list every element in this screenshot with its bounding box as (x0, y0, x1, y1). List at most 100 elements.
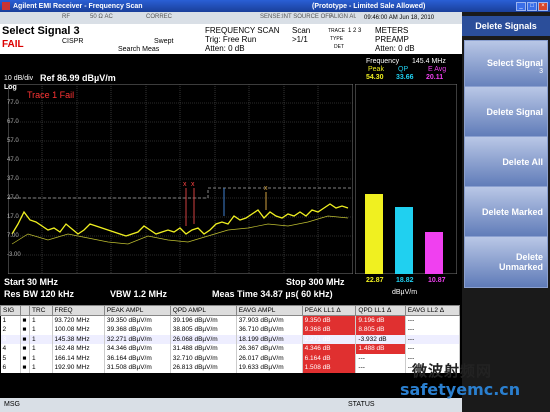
preamp-label: PREAMP (375, 35, 409, 44)
active-function[interactable]: Select Signal 3 (0, 24, 200, 38)
cell-trc: 1 (29, 334, 53, 344)
table-row[interactable]: 4 ■ 1 162.48 MHz 34.346 dBµV/m 31.488 dBµV/m 2… (0, 344, 461, 354)
unmarked-label: Unmarked (498, 262, 543, 272)
cell-freq: 192.90 MHz (52, 363, 105, 373)
table-row[interactable]: 2 ■ 1 100.08 MHz 39.368 dBµV/m 38.805 dBµV/m 3… (0, 325, 461, 335)
qp-bar (395, 207, 413, 274)
cell-eavg: 26.367 dBµV/m (236, 344, 303, 354)
cell-qll: --- (355, 353, 406, 363)
window-title: Agilent EMI Receiver - Frequency Scan (13, 2, 143, 10)
vbw: VBW 1.2 MHz (110, 289, 168, 299)
svg-text:x: x (183, 181, 187, 188)
trig-label: Trig: Free Run (205, 35, 257, 44)
table-row[interactable]: 1 ■ 1 93.720 MHz 39.350 dBµV/m 39.196 dBµV/m 3… (0, 315, 461, 325)
watermark-url: safetyemc.cn (400, 380, 521, 399)
maximize-button[interactable]: □ (527, 1, 537, 11)
cell-pll: 2.271 dB (302, 334, 357, 344)
cell-freq: 93.720 MHz (52, 315, 105, 325)
cell-eavg: 19.633 dBµV/m (236, 363, 303, 373)
cell-peak: 39.368 dBµV/m (104, 325, 171, 335)
col-mark (19, 305, 31, 316)
y-tick: 37.0 (7, 176, 19, 182)
delete-all-label: Delete All (502, 157, 543, 167)
scan-count: >1/1 (292, 35, 308, 44)
delete-all-softkey[interactable]: Delete All (464, 136, 548, 188)
delete-marked-softkey[interactable]: Delete Marked (464, 186, 548, 238)
y-tick: 47.0 (7, 157, 19, 163)
col-eavg: EAVG AMPL (235, 305, 303, 316)
table-row[interactable]: 5 ■ 1 166.14 MHz 36.164 dBµV/m 32.710 dBµV/m 2… (0, 353, 461, 363)
y-tick: 17.0 (7, 214, 19, 220)
minimize-button[interactable]: _ (516, 1, 526, 11)
cell-eavg: 37.903 dBµV/m (236, 315, 303, 325)
frequency-value: 145.4 MHz (412, 58, 446, 65)
delete-signal-softkey[interactable]: Delete Signal (464, 86, 548, 138)
delete-signal-label: Delete Signal (486, 107, 543, 117)
cell-qpd: 26.813 dBµV/m (170, 363, 237, 373)
delete-unmarked-softkey[interactable]: Delete Unmarked (464, 236, 548, 288)
table-row[interactable]: 6 ■ 1 192.90 MHz 31.508 dBµV/m 26.813 dBµV/m 1… (0, 363, 461, 373)
meter-unit: dBµV/m (392, 289, 418, 296)
trace-fail-label: Trace 1 Fail (27, 90, 75, 100)
swept-label: Swept (154, 38, 174, 45)
eavg-bar (425, 232, 443, 274)
cell-freq: 145.38 MHz (52, 334, 105, 344)
search-meas-label: Search Meas (118, 46, 160, 53)
cell-pll: 9.350 dB (302, 315, 357, 325)
signal-table[interactable]: SIG TRC FREQ PEAK AMPL QPD AMPL EAVG AMP… (0, 305, 461, 373)
cell-ell: --- (405, 334, 461, 344)
qp-value: 33.66 (396, 74, 414, 81)
scan-label: Scan (292, 26, 311, 35)
meas-time: Meas Time 34.87 µs( 60 kHz) (212, 289, 333, 299)
start-freq: Start 30 MHz (4, 277, 59, 287)
table-row[interactable]: 3 ■ 1 145.38 MHz 32.271 dBµV/m 26.068 dBµV/m 1… (0, 334, 461, 344)
col-trc: TRC (29, 305, 53, 316)
cell-qll: -3.932 dB (355, 334, 406, 344)
cell-mark: ■ (20, 325, 31, 335)
cell-eavg: 26.017 dBµV/m (236, 353, 303, 363)
prototype-label: (Prototype - Limited Sale Allowed) (312, 2, 426, 10)
qp-label: QP (398, 66, 409, 73)
cell-mark: ■ (20, 363, 31, 373)
cell-peak: 36.164 dBµV/m (104, 353, 171, 363)
trace-label: TRACE (328, 28, 345, 34)
eavg-label: E Avg (428, 66, 447, 73)
cell-pll: 9.368 dB (302, 325, 357, 335)
cell-sig: 1 (0, 315, 21, 325)
svg-text:x: x (264, 185, 268, 192)
cell-peak: 34.346 dBµV/m (104, 344, 171, 354)
cell-sig: 5 (0, 353, 21, 363)
col-peak-ll1: PEAK LL1 Δ (301, 305, 357, 316)
atten-label: Atten: 0 dB (205, 44, 245, 53)
cell-mark: ■ (20, 353, 31, 363)
msg-label: MSG (4, 401, 20, 408)
cell-sig: 2 (0, 325, 21, 335)
meters-atten-label: Atten: 0 dB (375, 44, 415, 53)
close-button[interactable]: × (538, 1, 548, 11)
cell-trc: 1 (29, 325, 53, 335)
bottom-status-bar: MSG STATUS (0, 398, 462, 412)
cell-qpd: 31.488 dBµV/m (170, 344, 237, 354)
db-per-div: 10 dB/div (4, 75, 34, 82)
peak-min: 22.87 (366, 277, 384, 284)
cell-qll: --- (355, 363, 406, 373)
cell-freq: 166.14 MHz (52, 353, 105, 363)
peak-value: 54.30 (366, 74, 384, 81)
cell-peak: 39.350 dBµV/m (104, 315, 171, 325)
delete-marked-label: Delete Marked (481, 207, 543, 217)
select-signal-softkey[interactable]: Select Signal 3 (464, 40, 548, 92)
y-tick: 27.0 (7, 195, 19, 201)
y-tick: 67.0 (7, 119, 19, 125)
cispr-label: CISPR (62, 38, 84, 45)
cell-trc: 1 (29, 363, 53, 373)
col-qpd-ll1: QPD LL1 Δ (355, 305, 406, 316)
cell-mark: ■ (20, 315, 31, 325)
cell-qpd: 39.196 dBµV/m (170, 315, 237, 325)
col-peak: PEAK AMPL (103, 305, 171, 316)
col-qpd: QPD AMPL (169, 305, 237, 316)
spectrum-plot[interactable]: x x x (8, 84, 353, 274)
eavg-min: 10.87 (428, 277, 446, 284)
ref-level: Ref 86.99 dBµV/m (40, 73, 116, 83)
res-bw: Res BW 120 kHz (4, 289, 75, 299)
cell-qll: 1.488 dB (355, 344, 406, 354)
